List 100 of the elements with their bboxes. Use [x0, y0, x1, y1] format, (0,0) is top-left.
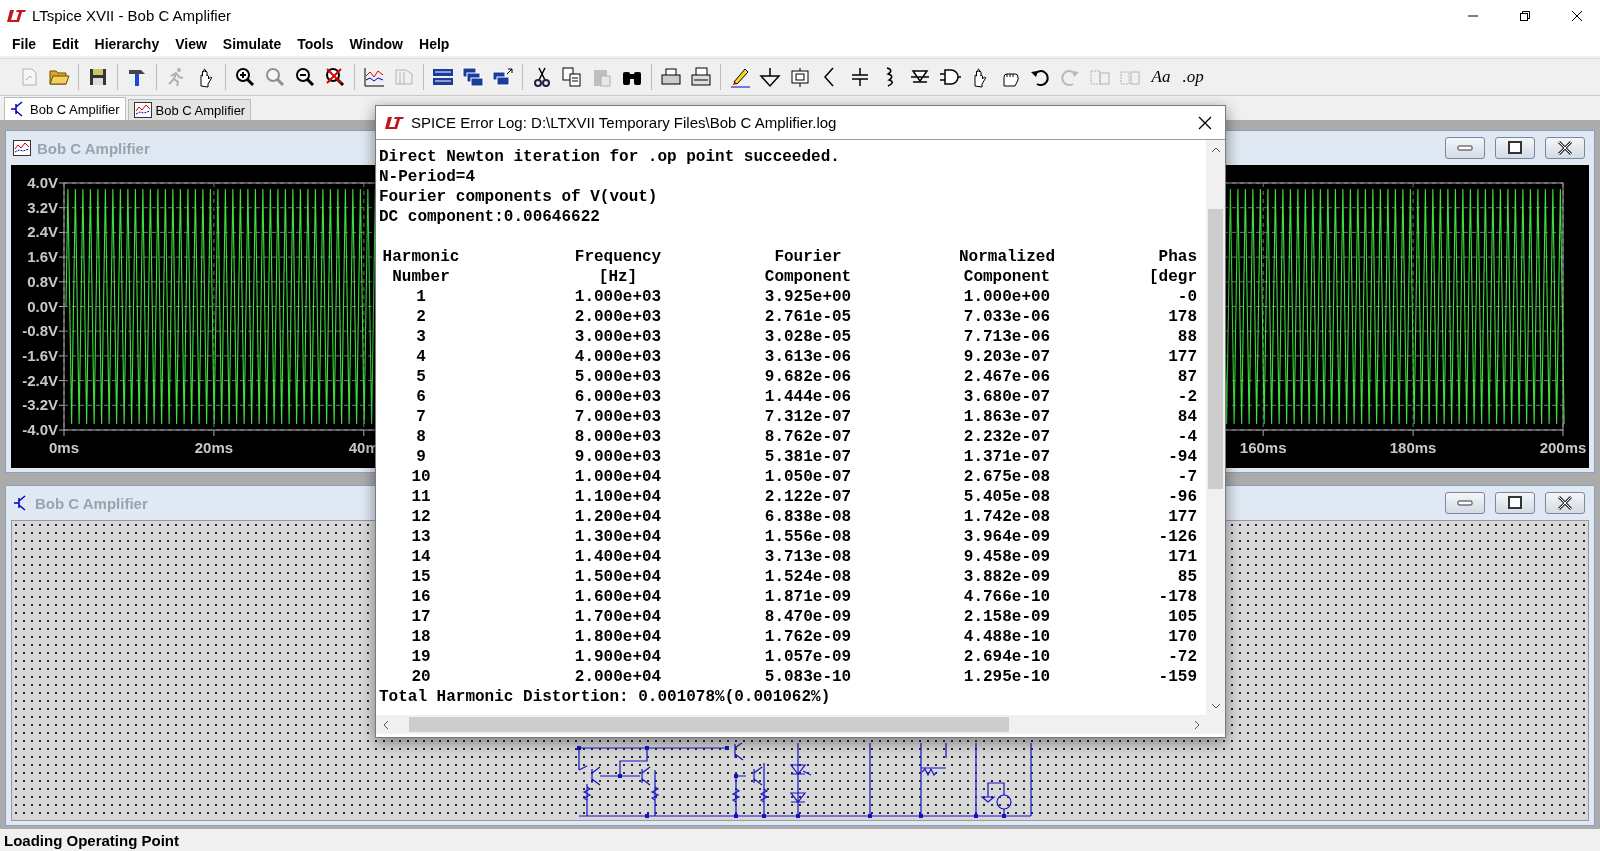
- close-button[interactable]: [1545, 137, 1585, 159]
- vertical-scrollbar[interactable]: [1206, 140, 1225, 715]
- table-cell-text: -0: [1176, 287, 1197, 307]
- toolbar-button[interactable]: Aa: [1145, 62, 1177, 92]
- menu-item[interactable]: Edit: [44, 35, 87, 52]
- table-cell-text: 8.762e-07: [763, 427, 853, 447]
- table-cell-text: 18: [410, 627, 432, 647]
- axis-tick-label: 0.8V: [27, 272, 58, 290]
- close-icon: [1197, 114, 1213, 131]
- table-cell-text: -178: [1157, 587, 1197, 607]
- table-cell-text: 4.000e+03: [573, 347, 663, 367]
- table-cell-text: 5.381e-07: [763, 447, 853, 467]
- table-cell-text: 9.458e-09: [962, 547, 1052, 567]
- table-cell-text: 1.871e-09: [763, 587, 853, 607]
- menu-item[interactable]: Tools: [289, 35, 342, 52]
- table-cell-text: 7: [415, 407, 427, 427]
- table-cell-text: 7.000e+03: [573, 407, 663, 427]
- column-header: Component: [763, 267, 853, 287]
- close-icon: [1557, 141, 1573, 155]
- table-cell-text: 170: [1167, 627, 1197, 647]
- table-cell-text: 5.083e-10: [763, 667, 853, 687]
- table-cell-text: 8.000e+03: [573, 427, 663, 447]
- table-cell-text: 13: [410, 527, 432, 547]
- table-cell-text: 1.371e-07: [962, 447, 1052, 467]
- table-cell-text: 1.900e+04: [573, 647, 663, 667]
- log-line: Fourier components of V(vout): [379, 188, 658, 206]
- table-cell-text: 9.000e+03: [573, 447, 663, 467]
- document-tab[interactable]: Bob C Amplifier: [4, 97, 126, 120]
- axis-tick-label: 20ms: [194, 439, 234, 456]
- axis-tick-label: 0.0V: [27, 297, 58, 315]
- document-tab[interactable]: Bob C Amplifier: [127, 99, 252, 120]
- table-cell-text: 2.467e-06: [962, 367, 1052, 387]
- table-cell-text: -159: [1157, 667, 1197, 687]
- table-cell-text: 2.122e-07: [763, 487, 853, 507]
- table-cell-text: 1.000e+00: [962, 287, 1052, 307]
- maximize-button[interactable]: [1495, 492, 1535, 514]
- table-cell-text: 1.700e+04: [573, 607, 663, 627]
- column-header: Normalized: [958, 247, 1056, 267]
- toolbar-button[interactable]: .op: [1177, 62, 1209, 92]
- table-cell-text: 1.000e+03: [573, 287, 663, 307]
- table-cell-text: 6.000e+03: [573, 387, 663, 407]
- table-cell-text: 3.925e+00: [763, 287, 853, 307]
- table-cell-text: 10: [410, 467, 432, 487]
- table-cell-text: 19: [410, 647, 432, 667]
- table-cell-text: 84: [1176, 407, 1197, 427]
- table-cell-text: 5.405e-08: [962, 487, 1052, 507]
- maximize-button[interactable]: [1495, 137, 1535, 159]
- close-icon: [1557, 496, 1573, 510]
- table-cell-text: 8: [415, 427, 427, 447]
- column-header: [degr: [1148, 267, 1197, 287]
- table-cell-text: 2.761e-05: [763, 307, 853, 327]
- table-cell-text: -126: [1157, 527, 1197, 547]
- table-cell-text: 3: [415, 327, 427, 347]
- axis-tick-label: -1.6V: [22, 346, 58, 364]
- menu-item[interactable]: Simulate: [214, 35, 290, 52]
- axis-tick-label: 180ms: [1389, 439, 1437, 456]
- waveform-chart-icon: [13, 140, 31, 156]
- table-cell-text: 87: [1176, 367, 1197, 387]
- column-header: Fourier: [773, 247, 843, 267]
- table-cell-text: 9.682e-06: [763, 367, 853, 387]
- table-cell-text: 1.863e-07: [962, 407, 1052, 427]
- window-title: Bob C Amplifier: [37, 139, 150, 157]
- menu-item[interactable]: View: [167, 35, 215, 52]
- menu-item[interactable]: Window: [341, 35, 411, 52]
- table-cell-text: 14: [410, 547, 432, 567]
- axis-tick-label: -3.2V: [22, 396, 58, 414]
- table-cell-text: 9: [415, 447, 427, 467]
- table-cell-text: 4.488e-10: [962, 627, 1052, 647]
- log-line: N-Period=4: [379, 168, 475, 186]
- axis-tick-label: -4.0V: [22, 421, 58, 438]
- close-button[interactable]: [1545, 492, 1585, 514]
- table-cell-text: -2: [1176, 387, 1197, 407]
- table-cell-text: 17: [410, 607, 432, 627]
- axis-tick-label: 2.4V: [27, 223, 58, 241]
- minimize-button[interactable]: [1445, 492, 1485, 514]
- table-cell-text: 1.295e-10: [962, 667, 1052, 687]
- table-cell-text: 2.675e-08: [962, 467, 1052, 487]
- table-cell-text: 105: [1167, 607, 1197, 627]
- table-cell-text: 7.713e-06: [962, 327, 1052, 347]
- table-cell-text: 15: [410, 567, 432, 587]
- minimize-button[interactable]: [1445, 137, 1485, 159]
- table-cell-text: -96: [1167, 487, 1197, 507]
- menu-item[interactable]: Help: [411, 35, 458, 52]
- table-cell-text: 1.300e+04: [573, 527, 663, 547]
- horizontal-scrollbar[interactable]: [376, 715, 1225, 734]
- axis-tick-label: 3.2V: [27, 198, 58, 216]
- logo-icon: [384, 115, 404, 130]
- dialog-title: SPICE Error Log: D:\LTXVII Temporary Files\Bob C Amplifier.log: [411, 114, 837, 131]
- table-cell-text: 7.312e-07: [763, 407, 853, 427]
- close-icon: [1571, 9, 1583, 22]
- table-cell-text: 11: [410, 487, 432, 507]
- menu-item[interactable]: Hierarchy: [86, 35, 168, 52]
- table-cell-text: 1.400e+04: [573, 547, 663, 567]
- maximize-icon: [1507, 141, 1523, 155]
- table-cell-text: 3.028e-05: [763, 327, 853, 347]
- axis-tick-label: 200ms: [1539, 439, 1587, 456]
- log-line: DC component:0.00646622: [379, 208, 600, 226]
- menu-item[interactable]: File: [4, 35, 45, 52]
- table-cell-text: 2: [415, 307, 427, 327]
- table-cell-text: 1.524e-08: [763, 567, 853, 587]
